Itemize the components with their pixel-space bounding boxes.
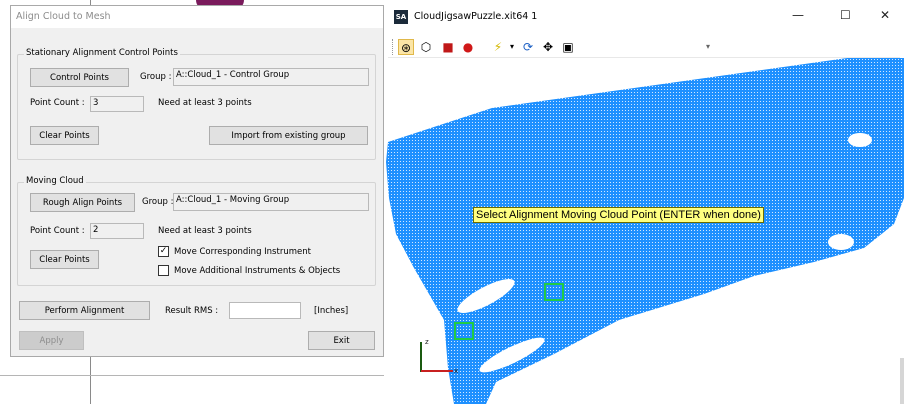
moving-group-title: Moving Cloud xyxy=(24,176,86,186)
alignment-point-marker xyxy=(454,322,474,340)
import-existing-group-button[interactable]: Import from existing group xyxy=(209,126,368,145)
viewport-scrollbar[interactable] xyxy=(900,358,904,404)
perform-alignment-button[interactable]: Perform Alignment xyxy=(19,301,150,320)
move-instrument-checkbox[interactable]: ✓ xyxy=(158,246,169,257)
selection-hint: Select Alignment Moving Cloud Point (ENT… xyxy=(473,207,764,223)
checkmark-icon: ✓ xyxy=(159,246,168,256)
3d-viewport[interactable]: Select Alignment Moving Cloud Point (ENT… xyxy=(384,58,904,404)
cloud-surface xyxy=(386,58,904,404)
background-divider-horizontal xyxy=(0,375,384,376)
minimize-button[interactable]: — xyxy=(792,8,804,22)
axis-x-label: x xyxy=(454,367,459,375)
camera-icon[interactable]: ▣ xyxy=(560,39,576,55)
graphics-window: SA CloudJigsawPuzzle.xit64 1 — ☐ ✕ ⊛ ⬡ ■… xyxy=(384,0,904,404)
move-additional-label: Move Additional Instruments & Objects xyxy=(174,266,341,276)
stationary-group-field[interactable]: A::Cloud_1 - Control Group xyxy=(173,68,369,86)
rotate-icon[interactable]: ⟳ xyxy=(520,39,536,55)
cloud-hole-3 xyxy=(828,234,854,250)
stationary-group-label: Group : xyxy=(140,72,172,82)
toolbar-overflow-icon[interactable]: ▾ xyxy=(700,39,716,55)
align-cloud-dialog: Align Cloud to Mesh Stationary Alignment… xyxy=(10,5,384,357)
move-icon[interactable]: ✥ xyxy=(540,39,556,55)
view-toolbar: ⊛ ⬡ ■ ● ⚡ ▾ ⟳ ✥ ▣ ▾ xyxy=(388,36,900,58)
exit-button[interactable]: Exit xyxy=(308,331,375,350)
cube-red-icon[interactable]: ■ xyxy=(440,39,456,55)
close-button[interactable]: ✕ xyxy=(880,8,890,22)
dialog-title: Align Cloud to Mesh xyxy=(11,6,383,28)
moving-group-label: Group : xyxy=(142,197,174,207)
sphere-red-icon[interactable]: ● xyxy=(460,39,476,55)
maximize-button[interactable]: ☐ xyxy=(840,8,851,22)
toolbar-grip[interactable] xyxy=(392,39,395,55)
moving-need-text: Need at least 3 points xyxy=(158,226,252,236)
axis-z-label: z xyxy=(425,338,429,346)
stationary-point-count-field[interactable]: 3 xyxy=(90,96,144,112)
move-additional-checkbox[interactable] xyxy=(158,265,169,276)
result-rms-label: Result RMS : xyxy=(165,306,219,316)
apply-button[interactable]: Apply xyxy=(19,331,84,350)
stationary-group-title: Stationary Alignment Control Points xyxy=(24,48,180,58)
control-points-button[interactable]: Control Points xyxy=(30,68,129,87)
dropdown-arrow-icon[interactable]: ▾ xyxy=(504,39,520,55)
moving-point-count-field[interactable]: 2 xyxy=(90,223,144,239)
moving-group-field[interactable]: A::Cloud_1 - Moving Group xyxy=(173,193,369,211)
app-logo-icon: SA xyxy=(394,10,408,24)
stationary-clear-points-button[interactable]: Clear Points xyxy=(30,126,99,145)
result-rms-field xyxy=(229,302,301,319)
alignment-point-marker xyxy=(544,283,564,301)
point-cloud xyxy=(386,58,904,404)
window-titlebar: SA CloudJigsawPuzzle.xit64 1 — ☐ ✕ xyxy=(384,0,904,36)
moving-point-count-label: Point Count : xyxy=(30,226,85,236)
stationary-point-count-label: Point Count : xyxy=(30,98,85,108)
units-label: [Inches] xyxy=(314,306,349,316)
moving-clear-points-button[interactable]: Clear Points xyxy=(30,250,99,269)
rough-align-points-button[interactable]: Rough Align Points xyxy=(30,193,135,212)
cube-outline-icon[interactable]: ⬡ xyxy=(418,39,434,55)
cube-wireframe-icon[interactable]: ⊛ xyxy=(398,39,414,55)
stationary-need-text: Need at least 3 points xyxy=(158,98,252,108)
cloud-hole-4 xyxy=(848,133,872,147)
axis-z-line xyxy=(420,342,422,372)
axis-x-line xyxy=(421,370,453,372)
window-title: CloudJigsawPuzzle.xit64 1 xyxy=(414,11,538,22)
move-instrument-label: Move Corresponding Instrument xyxy=(174,247,311,257)
